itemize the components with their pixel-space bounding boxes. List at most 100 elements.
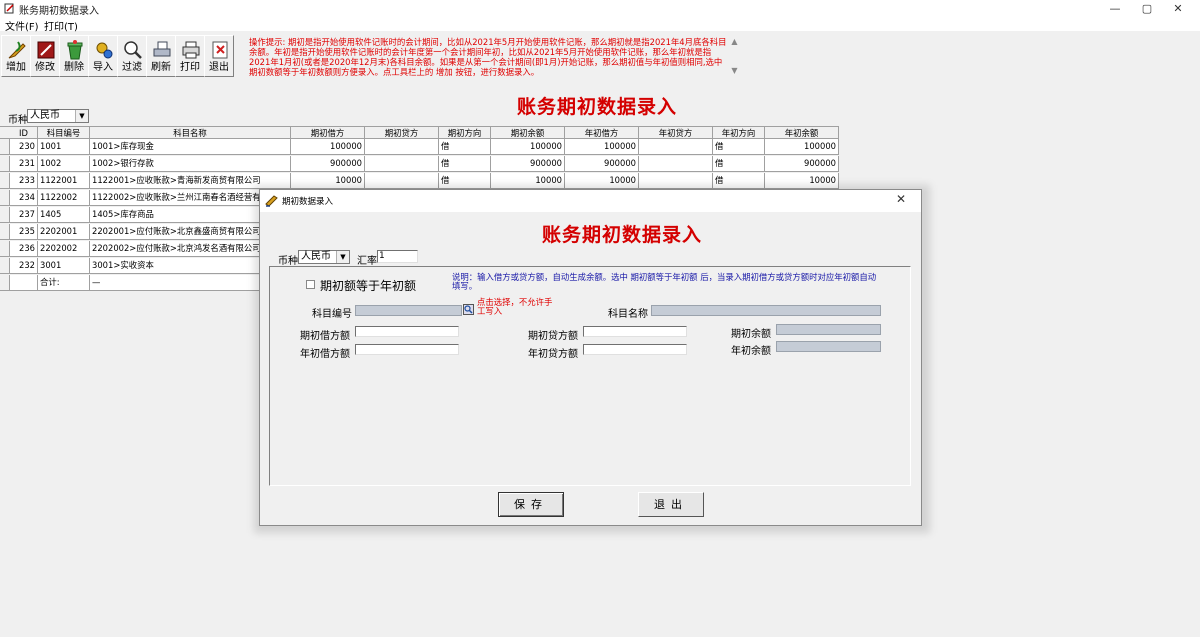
save-button[interactable]: 保存 bbox=[498, 492, 564, 517]
notice-scrollbar[interactable]: ▲ ▼ bbox=[729, 37, 740, 77]
table-cell[interactable]: 100000 bbox=[491, 139, 565, 155]
table-cell[interactable]: 1002>银行存款 bbox=[90, 156, 291, 172]
table-cell[interactable]: 230 bbox=[10, 139, 38, 155]
table-cell[interactable]: 231 bbox=[10, 156, 38, 172]
refresh-button[interactable]: 刷新 bbox=[146, 35, 176, 77]
column-header[interactable]: 科目名称 bbox=[90, 126, 291, 139]
row-selector[interactable] bbox=[0, 258, 10, 274]
year-debit-input[interactable] bbox=[355, 344, 459, 355]
table-cell[interactable] bbox=[10, 275, 38, 291]
row-selector[interactable] bbox=[0, 156, 10, 172]
close-button[interactable]: ✕ bbox=[1155, 0, 1200, 17]
filter-button[interactable]: 过滤 bbox=[117, 35, 147, 77]
table-cell[interactable]: 3001 bbox=[38, 258, 90, 274]
table-cell[interactable] bbox=[365, 156, 439, 172]
account-code-label: 科目编号 bbox=[312, 309, 352, 320]
row-selector[interactable] bbox=[0, 190, 10, 206]
table-cell[interactable]: 1001 bbox=[38, 139, 90, 155]
row-selector[interactable] bbox=[0, 241, 10, 257]
table-cell[interactable]: 1122002 bbox=[38, 190, 90, 206]
table-cell[interactable]: 100000 bbox=[291, 139, 365, 155]
table-cell[interactable]: 900000 bbox=[291, 156, 365, 172]
rate-input[interactable]: 1 bbox=[377, 250, 418, 263]
column-header[interactable]: 期初方向 bbox=[439, 126, 491, 139]
edit-button[interactable]: 修改 bbox=[30, 35, 60, 77]
column-header[interactable]: 年初贷方 bbox=[639, 126, 713, 139]
table-cell[interactable]: 232 bbox=[10, 258, 38, 274]
lookup-icon[interactable] bbox=[463, 304, 474, 315]
column-header[interactable]: 期初余额 bbox=[491, 126, 565, 139]
table-cell[interactable]: 235 bbox=[10, 224, 38, 240]
row-selector[interactable] bbox=[0, 207, 10, 223]
import-button[interactable]: 导入 bbox=[88, 35, 118, 77]
dialog-exit-button[interactable]: 退出 bbox=[638, 492, 704, 517]
table-cell[interactable]: 借 bbox=[439, 139, 491, 155]
table-cell[interactable] bbox=[639, 139, 713, 155]
window-titlebar: 账务期初数据录入 — ▢ ✕ bbox=[0, 0, 1200, 17]
dialog-close-icon[interactable]: ✕ bbox=[896, 192, 906, 206]
table-cell[interactable]: 233 bbox=[10, 173, 38, 189]
table-cell[interactable]: 借 bbox=[439, 156, 491, 172]
table-cell[interactable] bbox=[639, 156, 713, 172]
scroll-down-icon[interactable]: ▼ bbox=[729, 66, 740, 75]
column-header[interactable]: 年初借方 bbox=[565, 126, 639, 139]
menu-file[interactable]: 文件(F) bbox=[5, 18, 39, 33]
menu-print[interactable]: 打印(T) bbox=[44, 18, 78, 33]
menu-bar: 文件(F) 打印(T) bbox=[0, 17, 1200, 33]
table-cell[interactable]: 1122001 bbox=[38, 173, 90, 189]
account-name-field bbox=[651, 305, 881, 316]
year-balance-label: 年初余额 bbox=[731, 346, 771, 357]
table-cell[interactable]: 2202001 bbox=[38, 224, 90, 240]
account-code-field[interactable] bbox=[355, 305, 462, 316]
table-cell[interactable]: 237 bbox=[10, 207, 38, 223]
add-button[interactable]: 增加 bbox=[1, 35, 31, 77]
year-credit-label: 年初贷方额 bbox=[528, 349, 578, 360]
begin-balance-label: 期初余额 bbox=[731, 329, 771, 340]
scroll-up-icon[interactable]: ▲ bbox=[729, 37, 740, 46]
table-cell[interactable]: 借 bbox=[713, 156, 765, 172]
table-cell[interactable]: 100000 bbox=[565, 139, 639, 155]
table-cell[interactable]: 1002 bbox=[38, 156, 90, 172]
row-selector[interactable] bbox=[0, 173, 10, 189]
begin-balance-field bbox=[776, 324, 881, 335]
table-cell[interactable]: 2202002 bbox=[38, 241, 90, 257]
table-cell[interactable] bbox=[365, 139, 439, 155]
begin-credit-label: 期初贷方额 bbox=[528, 331, 578, 342]
chevron-down-icon: ▼ bbox=[336, 251, 349, 263]
begin-credit-input[interactable] bbox=[583, 326, 687, 337]
year-credit-input[interactable] bbox=[583, 344, 687, 355]
table-cell[interactable]: 合计: bbox=[38, 275, 90, 291]
account-name-label: 科目名称 bbox=[608, 309, 648, 320]
table-cell[interactable]: 1405 bbox=[38, 207, 90, 223]
rate-label: 汇率 bbox=[357, 256, 377, 267]
column-header[interactable]: ID bbox=[10, 126, 38, 139]
dialog-titlebar: 期初数据录入 ✕ bbox=[260, 190, 921, 212]
table-cell[interactable]: 1001>库存现金 bbox=[90, 139, 291, 155]
currency-select[interactable]: 人民币 ▼ bbox=[27, 109, 89, 123]
row-selector[interactable] bbox=[0, 139, 10, 155]
table-cell[interactable]: 236 bbox=[10, 241, 38, 257]
table-cell[interactable]: 234 bbox=[10, 190, 38, 206]
table-cell[interactable]: 100000 bbox=[765, 139, 839, 155]
column-header[interactable]: 期初借方 bbox=[291, 126, 365, 139]
delete-button[interactable]: 删除 bbox=[59, 35, 89, 77]
exit-button[interactable]: 退出 bbox=[204, 35, 234, 77]
equal-checkbox[interactable] bbox=[306, 280, 315, 289]
table-cell[interactable]: 借 bbox=[713, 139, 765, 155]
row-selector[interactable] bbox=[0, 275, 10, 291]
row-selector[interactable] bbox=[0, 224, 10, 240]
dialog-currency-select[interactable]: 人民币 ▼ bbox=[298, 250, 350, 264]
begin-debit-input[interactable] bbox=[355, 326, 459, 337]
column-header[interactable]: 科目编号 bbox=[38, 126, 90, 139]
table-cell[interactable]: 900000 bbox=[765, 156, 839, 172]
column-header[interactable]: 年初余额 bbox=[765, 126, 839, 139]
column-header[interactable]: 年初方向 bbox=[713, 126, 765, 139]
app-icon bbox=[4, 3, 14, 14]
chevron-down-icon: ▼ bbox=[75, 110, 88, 122]
operation-notice: 操作提示: 期初是指开始使用软件记账时的会计期间，比如从2021年5月开始使用软… bbox=[249, 37, 727, 77]
dialog-note: 说明：输入借方或贷方额，自动生成余额。选中 期初额等于年初额 后，当录入期初借方… bbox=[452, 272, 877, 291]
column-header[interactable]: 期初贷方 bbox=[365, 126, 439, 139]
table-cell[interactable]: 900000 bbox=[491, 156, 565, 172]
print-button[interactable]: 打印 bbox=[175, 35, 205, 77]
table-cell[interactable]: 900000 bbox=[565, 156, 639, 172]
